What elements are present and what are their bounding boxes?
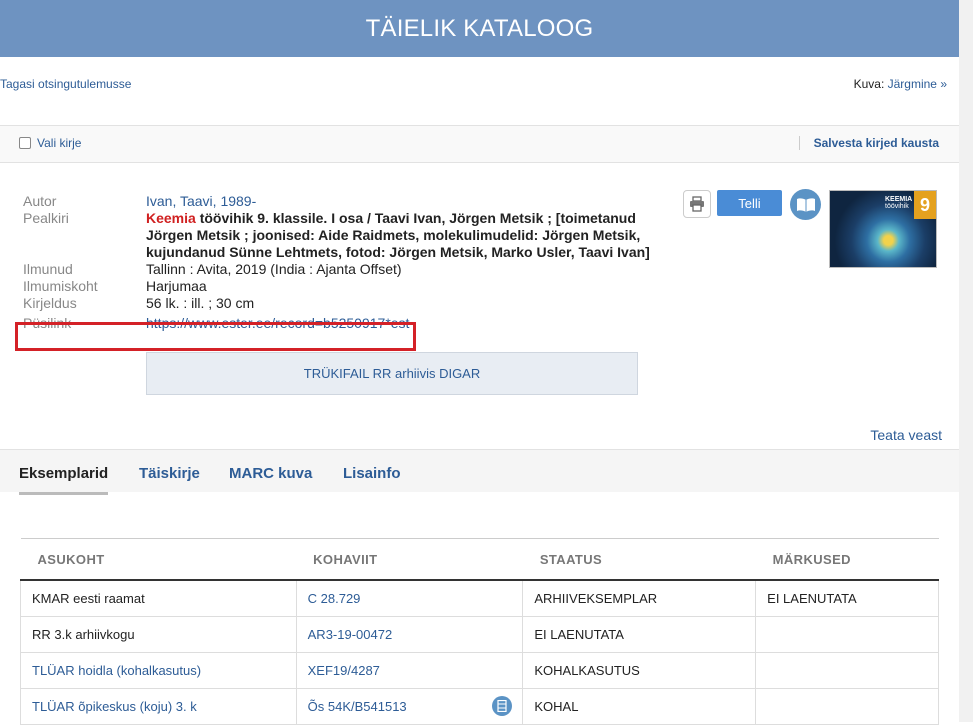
- permalink-highlight-frame: [15, 322, 416, 351]
- location-cell: KMAR eesti raamat: [20, 580, 297, 617]
- select-record-label[interactable]: Vali kirje: [37, 136, 81, 150]
- tab-additional-info[interactable]: Lisainfo: [343, 465, 401, 482]
- title-key: Pealkiri: [23, 210, 69, 226]
- header-location: ASUKOHT: [20, 538, 297, 581]
- print-button[interactable]: [683, 190, 711, 218]
- notes-cell: [755, 616, 939, 653]
- title-row: Pealkiri Keemia töövihik 9. klassile. I …: [23, 210, 663, 261]
- status-cell: KOHALKASUTUS: [522, 652, 756, 689]
- table-row: TLÜAR hoidla (kohalkasutus) XEF19/4287 K…: [20, 652, 939, 689]
- author-row: Autor Ivan, Taavi, 1989-: [23, 193, 663, 210]
- call-number-cell: C 28.729: [295, 580, 523, 617]
- select-record-checkbox[interactable]: [19, 137, 31, 149]
- call-number-cell: XEF19/4287: [295, 652, 523, 689]
- record-toolbar: Vali kirje Salvesta kirjed kausta: [0, 125, 959, 163]
- description-row: Kirjeldus 56 lk. : ill. ; 30 cm: [23, 295, 663, 312]
- author-key: Autor: [23, 193, 57, 209]
- table-row: KMAR eesti raamat C 28.729 ARHIIVEKSEMPL…: [20, 580, 939, 617]
- record-details: Autor Ivan, Taavi, 1989- Pealkiri Keemia…: [23, 193, 663, 332]
- back-to-results-link[interactable]: Tagasi otsingutulemusse: [0, 77, 131, 91]
- call-number-link[interactable]: C 28.729: [308, 591, 361, 606]
- save-to-folder-link[interactable]: Salvesta kirjed kausta: [798, 136, 939, 150]
- location-link[interactable]: TLÜAR õpikeskus (koju) 3. k: [32, 699, 197, 714]
- published-value: Tallinn : Avita, 2019 (India : Ajanta Of…: [146, 261, 402, 277]
- published-key: Ilmunud: [23, 261, 73, 277]
- place-row: Ilmumiskoht Harjumaa: [23, 278, 663, 295]
- header-call-number: KOHAVIIT: [296, 538, 523, 581]
- scrollbar[interactable]: [959, 0, 973, 722]
- call-number-link[interactable]: AR3-19-00472: [308, 627, 393, 642]
- order-button[interactable]: Telli: [717, 190, 782, 216]
- page-header: TÄIELIK KATALOOG: [0, 0, 959, 57]
- view-label: Kuva:: [853, 77, 885, 91]
- tab-copies[interactable]: Eksemplarid: [19, 465, 109, 495]
- holdings-header-row: ASUKOHT KOHAVIIT STAATUS MÄRKUSED: [20, 538, 939, 581]
- notes-cell: EI LAENUTATA: [755, 580, 939, 617]
- call-number-cell: AR3-19-00472: [295, 616, 523, 653]
- title-rest: töövihik 9. klassile. I osa / Taavi Ivan…: [146, 210, 650, 260]
- page-title: TÄIELIK KATALOOG: [365, 14, 594, 42]
- header-status: STAATUS: [522, 538, 756, 581]
- film-icon[interactable]: [492, 696, 513, 716]
- status-cell: ARHIIVEKSEMPLAR: [522, 580, 756, 617]
- select-record[interactable]: Vali kirje: [19, 136, 81, 150]
- table-row: TLÜAR õpikeskus (koju) 3. k Õs 54K/B5415…: [20, 688, 939, 725]
- place-value: Harjumaa: [146, 278, 207, 294]
- call-number-link[interactable]: Õs 54K/B541513: [308, 699, 407, 714]
- holdings-table: ASUKOHT KOHAVIIT STAATUS MÄRKUSED KMAR e…: [20, 538, 939, 725]
- record-nav: Kuva: Järgmine »: [854, 77, 947, 91]
- published-row: Ilmunud Tallinn : Avita, 2019 (India : A…: [23, 261, 663, 278]
- table-row: RR 3.k arhiivkogu AR3-19-00472 EI LAENUT…: [20, 616, 939, 653]
- location-cell: TLÜAR hoidla (kohalkasutus): [20, 652, 297, 689]
- title-highlight: Keemia: [146, 210, 196, 226]
- notes-cell: [755, 688, 939, 725]
- next-record-link[interactable]: Järgmine »: [888, 77, 947, 91]
- author-link[interactable]: Ivan, Taavi, 1989-: [146, 193, 663, 210]
- record-tabs: Eksemplarid Täiskirje MARC kuva Lisainfo: [0, 449, 959, 495]
- status-cell: EI LAENUTATA: [522, 616, 756, 653]
- location-cell: RR 3.k arhiivkogu: [20, 616, 297, 653]
- open-book-icon: [796, 197, 815, 212]
- description-value: 56 lk. : ill. ; 30 cm: [146, 295, 255, 311]
- title-value: Keemia töövihik 9. klassile. I osa / Taa…: [146, 210, 663, 261]
- book-cover-image[interactable]: KEEMIA töövihik 9: [829, 190, 937, 268]
- location-link[interactable]: TLÜAR hoidla (kohalkasutus): [32, 663, 201, 678]
- tab-marc-view[interactable]: MARC kuva: [229, 465, 312, 482]
- film-strip-icon: [497, 700, 507, 712]
- place-key: Ilmumiskoht: [23, 278, 98, 294]
- cover-number: 9: [914, 191, 936, 219]
- location-cell: TLÜAR õpikeskus (koju) 3. k: [20, 688, 297, 725]
- call-number-link[interactable]: XEF19/4287: [308, 663, 380, 678]
- printer-icon: [690, 196, 704, 212]
- digar-file-button[interactable]: TRÜKIFAIL RR arhiivis DIGAR: [146, 352, 638, 395]
- call-number-cell: Õs 54K/B541513: [295, 688, 523, 725]
- header-notes: MÄRKUSED: [755, 538, 939, 581]
- cover-title: KEEMIA töövihik: [885, 196, 913, 210]
- status-cell: KOHAL: [522, 688, 756, 725]
- description-key: Kirjeldus: [23, 295, 77, 311]
- notes-cell: [755, 652, 939, 689]
- read-online-button[interactable]: [790, 189, 821, 220]
- report-error-link[interactable]: Teata veast: [870, 427, 942, 443]
- tab-full-record[interactable]: Täiskirje: [139, 465, 200, 482]
